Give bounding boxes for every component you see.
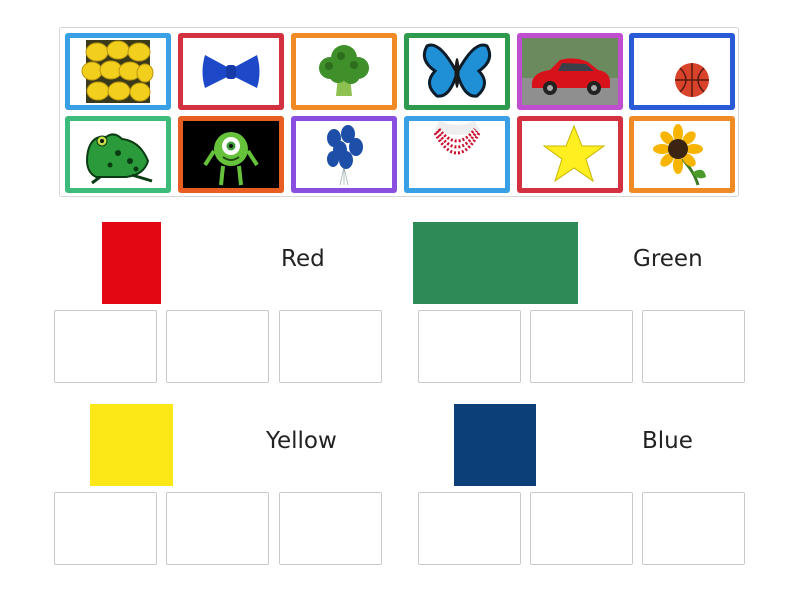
blue-drop-slot[interactable] — [530, 492, 633, 565]
lemons-icon — [70, 38, 166, 105]
red-drop-slot[interactable] — [54, 310, 157, 383]
yellow-drop-slot[interactable] — [54, 492, 157, 565]
card-sunflower[interactable] — [629, 116, 735, 193]
butterfly-icon — [409, 38, 505, 105]
frog-icon — [70, 121, 166, 188]
card-tray — [59, 27, 739, 197]
card-bow-tie[interactable] — [178, 33, 284, 110]
blue-swatch — [454, 404, 536, 486]
red-drop-slot[interactable] — [166, 310, 269, 383]
card-red-necklace[interactable] — [404, 116, 510, 193]
card-broccoli[interactable] — [291, 33, 397, 110]
green-drop-slot[interactable] — [530, 310, 633, 383]
card-basketball[interactable] — [629, 33, 735, 110]
broccoli-icon — [296, 38, 392, 105]
red-swatch — [102, 222, 161, 304]
red-label: Red — [281, 246, 325, 272]
blue-balloons-icon — [296, 121, 392, 188]
red-drop-slot[interactable] — [279, 310, 382, 383]
card-green-monster[interactable] — [178, 116, 284, 193]
yellow-drop-slot[interactable] — [166, 492, 269, 565]
green-label: Green — [633, 246, 703, 272]
basketball-icon — [634, 38, 730, 105]
green-monster-icon — [183, 121, 279, 188]
card-yellow-star[interactable] — [517, 116, 623, 193]
yellow-label: Yellow — [266, 428, 337, 454]
blue-drop-slot[interactable] — [642, 492, 745, 565]
bow-tie-icon — [183, 38, 279, 105]
card-butterfly[interactable] — [404, 33, 510, 110]
card-lemons[interactable] — [65, 33, 171, 110]
yellow-star-icon — [522, 121, 618, 188]
green-drop-slot[interactable] — [642, 310, 745, 383]
sunflower-icon — [634, 121, 730, 188]
yellow-swatch — [90, 404, 173, 486]
blue-label: Blue — [642, 428, 693, 454]
card-blue-balloons[interactable] — [291, 116, 397, 193]
green-drop-slot[interactable] — [418, 310, 521, 383]
red-car-icon — [522, 38, 618, 105]
card-frog[interactable] — [65, 116, 171, 193]
red-necklace-icon — [409, 121, 505, 188]
blue-drop-slot[interactable] — [418, 492, 521, 565]
card-red-car[interactable] — [517, 33, 623, 110]
green-swatch — [413, 222, 578, 304]
yellow-drop-slot[interactable] — [279, 492, 382, 565]
